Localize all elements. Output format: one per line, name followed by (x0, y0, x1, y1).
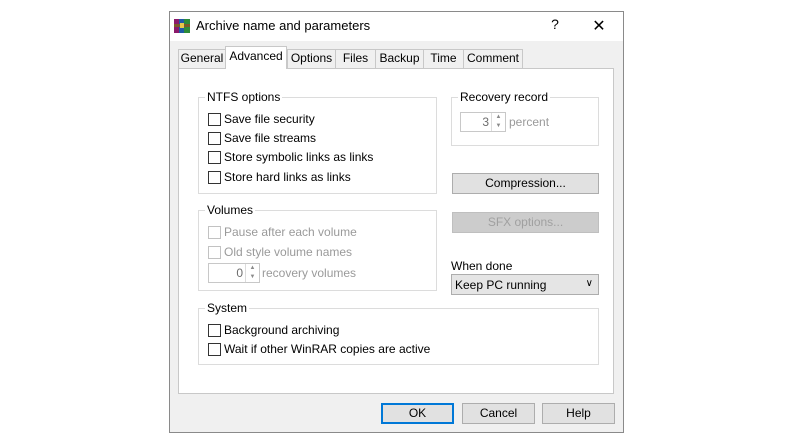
checkbox-box[interactable] (208, 225, 221, 239)
tab-general[interactable]: General (178, 49, 226, 68)
when-done-label: When done (451, 259, 513, 273)
checkbox-label: Save file security (224, 112, 315, 126)
recovery-percent-spinner[interactable]: 3 ▲ ▼ (460, 112, 506, 132)
checkbox-label: Old style volume names (224, 245, 353, 259)
spin-arrows[interactable]: ▲ ▼ (491, 113, 505, 131)
tab-options[interactable]: Options (287, 49, 336, 68)
system-group: System Background archiving Wait if othe… (198, 301, 599, 365)
recovery-record-group: Recovery record 3 ▲ ▼ percent (451, 90, 599, 146)
cancel-button[interactable]: Cancel (462, 403, 535, 424)
recovery-percent-value: 3 (482, 115, 489, 129)
checkbox-box[interactable] (208, 342, 221, 356)
volumes-title: Volumes (205, 203, 256, 217)
recovery-volumes-spinner[interactable]: 0 ▲ ▼ (208, 263, 260, 283)
sfx-options-button[interactable]: SFX options... (452, 212, 599, 233)
spin-up-arrow-icon[interactable]: ▲ (492, 113, 505, 122)
checkbox-box[interactable] (208, 131, 221, 145)
store-hard-links-checkbox[interactable]: Store hard links as links (208, 169, 351, 185)
when-done-value: Keep PC running (455, 278, 547, 292)
archive-parameters-dialog: Archive name and parameters ? ✕ General … (169, 11, 624, 433)
compression-button[interactable]: Compression... (452, 173, 599, 194)
checkbox-label: Wait if other WinRAR copies are active (224, 342, 431, 356)
help-title-button[interactable]: ? (547, 16, 563, 32)
tab-advanced[interactable]: Advanced (225, 46, 287, 69)
ok-button[interactable]: OK (381, 403, 454, 424)
recovery-volumes-value: 0 (236, 266, 243, 280)
spin-down-arrow-icon[interactable]: ▼ (246, 273, 259, 282)
checkbox-label: Background archiving (224, 323, 340, 337)
system-title: System (205, 301, 250, 315)
background-archiving-checkbox[interactable]: Background archiving (208, 322, 339, 338)
tab-backup[interactable]: Backup (375, 49, 424, 68)
checkbox-label: Pause after each volume (224, 225, 357, 239)
checkbox-box[interactable] (208, 150, 221, 164)
spin-up-arrow-icon[interactable]: ▲ (246, 264, 259, 273)
recovery-volumes-label: recovery volumes (262, 266, 357, 280)
checkbox-box[interactable] (208, 112, 221, 126)
save-file-streams-checkbox[interactable]: Save file streams (208, 130, 316, 146)
checkbox-label: Store hard links as links (224, 170, 351, 184)
winrar-books-icon (174, 19, 190, 33)
checkbox-box[interactable] (208, 245, 221, 259)
tab-time[interactable]: Time (423, 49, 464, 68)
volumes-group: Volumes Pause after each volume Old styl… (198, 203, 437, 291)
spin-down-arrow-icon[interactable]: ▼ (492, 122, 505, 131)
save-file-security-checkbox[interactable]: Save file security (208, 111, 315, 127)
when-done-select[interactable]: Keep PC running ∨ (451, 274, 599, 295)
close-button[interactable]: ✕ (590, 16, 608, 36)
window-title: Archive name and parameters (196, 18, 371, 33)
tab-files[interactable]: Files (335, 49, 376, 68)
tab-comment[interactable]: Comment (463, 49, 523, 68)
store-symbolic-links-checkbox[interactable]: Store symbolic links as links (208, 149, 373, 165)
recovery-record-title: Recovery record (458, 90, 551, 104)
advanced-panel: NTFS options Save file security Save fil… (178, 68, 614, 394)
checkbox-box[interactable] (208, 323, 221, 337)
ntfs-options-group: NTFS options Save file security Save fil… (198, 90, 437, 194)
help-button[interactable]: Help (542, 403, 615, 424)
pause-after-volume-checkbox[interactable]: Pause after each volume (208, 224, 357, 240)
checkbox-label: Save file streams (224, 131, 317, 145)
wait-other-copies-checkbox[interactable]: Wait if other WinRAR copies are active (208, 341, 430, 357)
title-bar[interactable]: Archive name and parameters ? ✕ (170, 12, 623, 41)
ntfs-options-title: NTFS options (205, 90, 283, 104)
recovery-unit-label: percent (509, 115, 550, 129)
spin-arrows[interactable]: ▲ ▼ (245, 264, 259, 282)
chevron-down-icon[interactable]: ∨ (586, 278, 593, 289)
old-style-volume-names-checkbox[interactable]: Old style volume names (208, 244, 352, 260)
checkbox-box[interactable] (208, 170, 221, 184)
checkbox-label: Store symbolic links as links (224, 150, 374, 164)
